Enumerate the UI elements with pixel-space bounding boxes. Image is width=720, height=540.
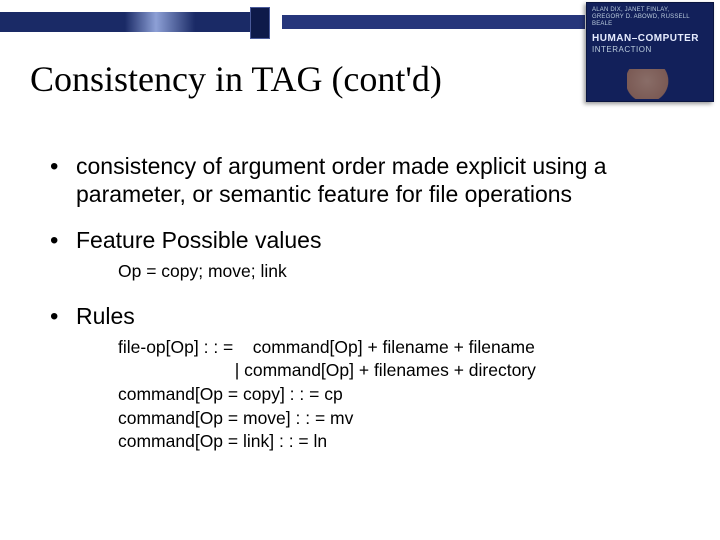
book-subtitle: INTERACTION — [592, 45, 708, 55]
slide-content: consistency of argument order made expli… — [48, 152, 680, 472]
sub-block: file-op[Op] : : = command[Op] + filename… — [118, 336, 680, 454]
book-title: HUMAN–COMPUTER — [592, 33, 708, 45]
sub-line: command[Op = link] : : = ln — [118, 430, 680, 454]
bullet-item: consistency of argument order made expli… — [48, 152, 680, 208]
bullet-text: consistency of argument order made expli… — [76, 153, 607, 207]
header-bar: ALAN DIX, JANET FINLAY, GREGORY D. ABOWD… — [0, 0, 720, 38]
book-authors: ALAN DIX, JANET FINLAY, GREGORY D. ABOWD… — [592, 7, 708, 29]
slide: ALAN DIX, JANET FINLAY, GREGORY D. ABOWD… — [0, 0, 720, 540]
sub-block: Op = copy; move; link — [118, 260, 680, 284]
header-graphic-stripe — [282, 15, 585, 29]
sub-line: command[Op = copy] : : = cp — [118, 383, 680, 407]
sub-line: | command[Op] + filenames + directory — [118, 359, 680, 383]
bullet-list: consistency of argument order made expli… — [48, 152, 680, 454]
sub-line: command[Op = move] : : = mv — [118, 407, 680, 431]
book-cover-image — [627, 69, 677, 99]
bullet-item: Feature Possible values Op = copy; move;… — [48, 226, 680, 284]
sub-line: file-op[Op] : : = command[Op] + filename… — [118, 336, 680, 360]
bullet-text: Feature Possible values — [76, 227, 321, 253]
bullet-text: Rules — [76, 303, 135, 329]
book-cover: ALAN DIX, JANET FINLAY, GREGORY D. ABOWD… — [586, 2, 714, 102]
sub-line: Op = copy; move; link — [118, 260, 680, 284]
header-graphic-left — [0, 12, 261, 32]
slide-title: Consistency in TAG (cont'd) — [30, 58, 442, 100]
bullet-item: Rules file-op[Op] : : = command[Op] + fi… — [48, 302, 680, 454]
